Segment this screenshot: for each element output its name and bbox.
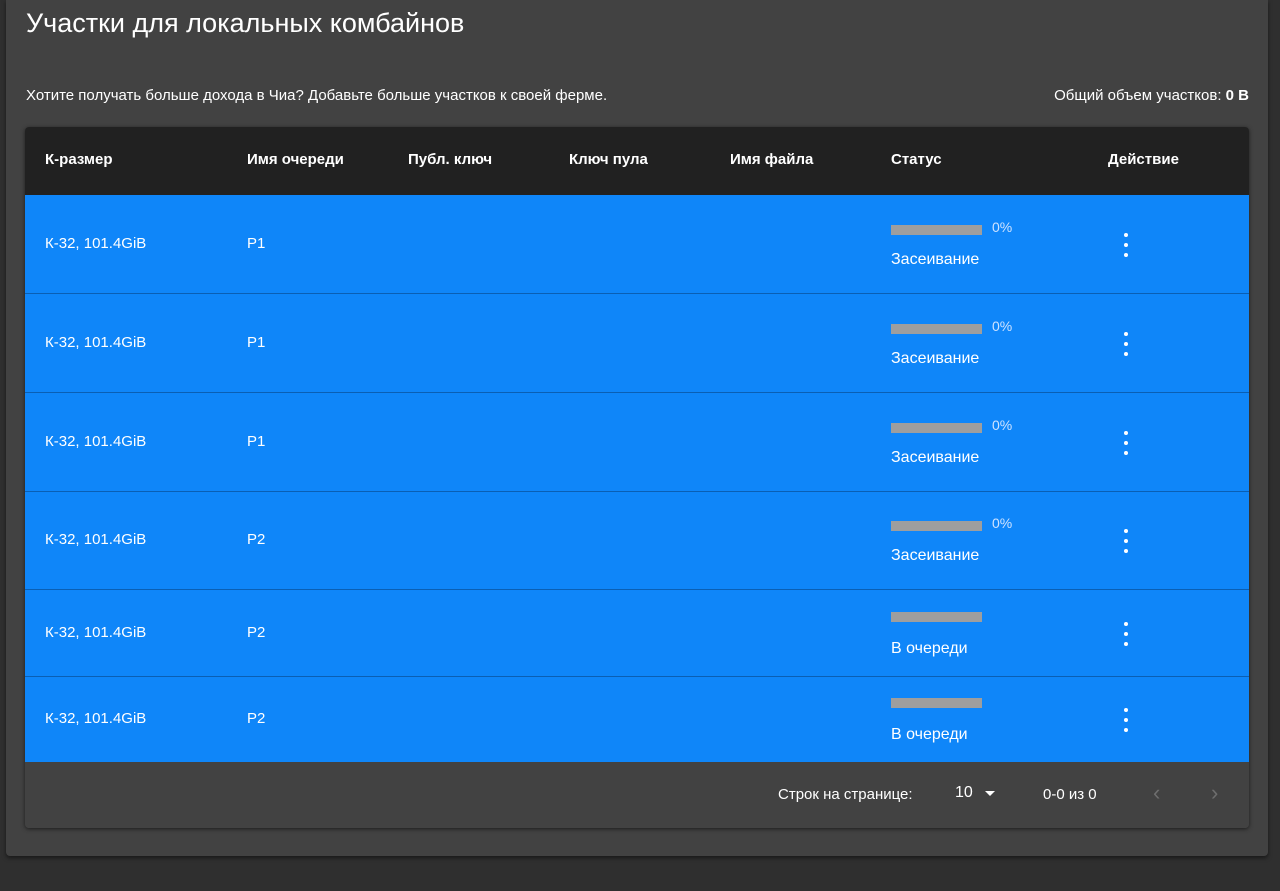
rows-per-page-select[interactable]: 10 xyxy=(955,784,973,802)
column-header-pub-key[interactable]: Публ. ключ xyxy=(408,151,492,168)
progress-percent: 0% xyxy=(992,417,1013,433)
column-header-pool-key[interactable]: Ключ пула xyxy=(569,151,648,168)
cell-queue: P2 xyxy=(247,710,266,727)
progress-percent: 0% xyxy=(992,318,1013,334)
table-row[interactable]: К-32, 101.4GiB P1 0% Засеивание xyxy=(25,195,1249,294)
cell-status: Засеивание xyxy=(891,251,980,268)
more-vert-icon[interactable] xyxy=(1118,332,1134,356)
more-vert-icon[interactable] xyxy=(1118,233,1134,257)
page-title: Участки для локальных комбайнов xyxy=(26,8,465,38)
progress-track xyxy=(891,225,982,235)
total-plot-size-value: 0 B xyxy=(1225,87,1249,104)
cell-status: Засеивание xyxy=(891,547,980,564)
cell-queue: P1 xyxy=(247,235,266,252)
progress-track xyxy=(891,324,982,334)
rows-per-page-label: Строк на странице: xyxy=(778,786,913,803)
page-subtitle: Хотите получать больше дохода в Чиа? Доб… xyxy=(26,87,608,104)
table-row[interactable]: К-32, 101.4GiB P2 В очереди xyxy=(25,590,1249,677)
column-header-k-size[interactable]: К-размер xyxy=(45,151,113,168)
cell-status: В очереди xyxy=(891,726,968,743)
cell-status: Засеивание xyxy=(891,350,980,367)
plots-panel: Участки для локальных комбайнов Хотите п… xyxy=(6,0,1268,856)
cell-queue: P2 xyxy=(247,624,266,641)
cell-status: Засеивание xyxy=(891,449,980,466)
progress-track xyxy=(891,612,982,622)
more-vert-icon[interactable] xyxy=(1118,529,1134,553)
caret-down-icon[interactable] xyxy=(985,791,995,796)
table-pagination: Строк на странице: 10 0-0 из 0 ‹ › xyxy=(25,762,1249,828)
table-row[interactable]: К-32, 101.4GiB P2 0% Засеивание xyxy=(25,492,1249,590)
cell-k-size: К-32, 101.4GiB xyxy=(45,624,147,641)
chevron-left-icon[interactable]: ‹ xyxy=(1153,780,1160,806)
cell-queue: P1 xyxy=(247,433,266,450)
more-vert-icon[interactable] xyxy=(1118,431,1134,455)
progress-percent: 0% xyxy=(992,515,1013,531)
cell-k-size: К-32, 101.4GiB xyxy=(45,531,147,548)
cell-k-size: К-32, 101.4GiB xyxy=(45,334,147,351)
table-header: К-размер Имя очереди Публ. ключ Ключ пул… xyxy=(25,127,1249,195)
cell-k-size: К-32, 101.4GiB xyxy=(45,235,147,252)
progress-track xyxy=(891,698,982,708)
cell-queue: P2 xyxy=(247,531,266,548)
progress-percent: 0% xyxy=(992,219,1013,235)
cell-k-size: К-32, 101.4GiB xyxy=(45,433,147,450)
column-header-filename[interactable]: Имя файла xyxy=(730,151,813,168)
cell-status: В очереди xyxy=(891,640,968,657)
more-vert-icon[interactable] xyxy=(1118,622,1134,646)
total-plot-size: Общий объем участков: 0 B xyxy=(1054,87,1249,104)
table-row[interactable]: К-32, 101.4GiB P1 0% Засеивание xyxy=(25,294,1249,393)
more-vert-icon[interactable] xyxy=(1118,708,1134,732)
column-header-queue[interactable]: Имя очереди xyxy=(247,151,344,168)
chevron-right-icon[interactable]: › xyxy=(1211,780,1218,806)
plots-table: К-размер Имя очереди Публ. ключ Ключ пул… xyxy=(25,127,1249,828)
progress-track xyxy=(891,423,982,433)
table-row[interactable]: К-32, 101.4GiB P1 0% Засеивание xyxy=(25,393,1249,492)
table-body: К-32, 101.4GiB P1 0% Засеивание К-32, 101.4G… xyxy=(25,195,1249,763)
pagination-range: 0-0 из 0 xyxy=(1043,786,1097,803)
cell-queue: P1 xyxy=(247,334,266,351)
column-header-action: Действие xyxy=(1108,151,1179,168)
column-header-status[interactable]: Статус xyxy=(891,151,942,168)
progress-track xyxy=(891,521,982,531)
total-plot-size-label: Общий объем участков: xyxy=(1054,87,1226,104)
cell-k-size: К-32, 101.4GiB xyxy=(45,710,147,727)
table-row[interactable]: К-32, 101.4GiB P2 В очереди xyxy=(25,677,1249,763)
